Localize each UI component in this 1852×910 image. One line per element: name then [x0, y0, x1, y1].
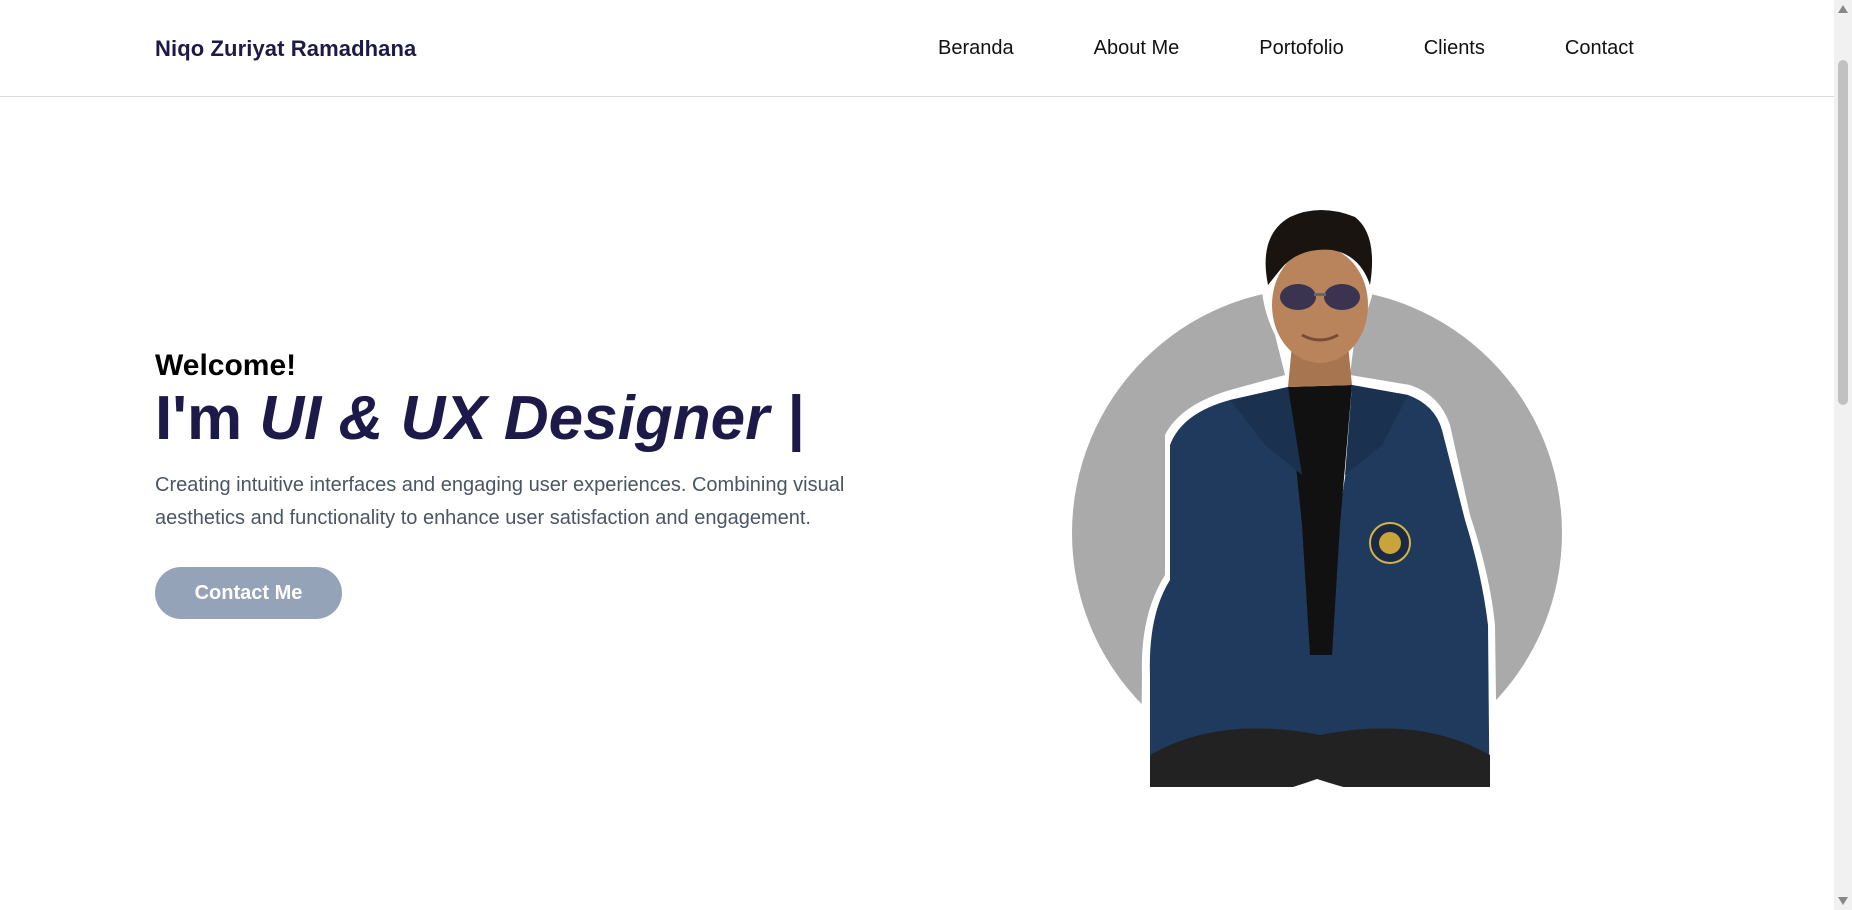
triangle-up-icon[interactable]	[1834, 2, 1852, 16]
contact-me-button[interactable]: Contact Me	[155, 567, 342, 619]
welcome-heading: Welcome!	[155, 349, 297, 382]
profile-portrait	[1070, 195, 1570, 845]
profile-photo-illustration	[1070, 202, 1570, 845]
triangle-down-icon[interactable]	[1834, 894, 1852, 908]
nav-item-portofolio[interactable]: Portofolio	[1259, 37, 1344, 60]
page-scrollbar[interactable]	[1834, 0, 1852, 910]
nav-item-clients[interactable]: Clients	[1424, 37, 1485, 60]
site-brand[interactable]: Niqo Zuriyat Ramadhana	[155, 36, 416, 62]
headline-prefix: I'm	[155, 384, 260, 453]
hero-description: Creating intuitive interfaces and engagi…	[155, 474, 845, 530]
headline-role: UI & UX Designer |	[259, 384, 804, 453]
navbar: Niqo Zuriyat Ramadhana Beranda About Me …	[0, 0, 1834, 97]
nav-item-contact[interactable]: Contact	[1565, 37, 1634, 60]
hero-headline: I'm UI & UX Designer |	[155, 386, 915, 451]
main-nav: Beranda About Me Portofolio Clients Cont…	[938, 37, 1634, 60]
nav-item-about-me[interactable]: About Me	[1094, 37, 1180, 60]
nav-item-beranda[interactable]: Beranda	[938, 37, 1014, 60]
hero-text: Welcome! I'm UI & UX Designer | Creating…	[155, 348, 915, 535]
page: Niqo Zuriyat Ramadhana Beranda About Me …	[0, 0, 1834, 910]
scrollbar-thumb[interactable]	[1838, 60, 1848, 405]
